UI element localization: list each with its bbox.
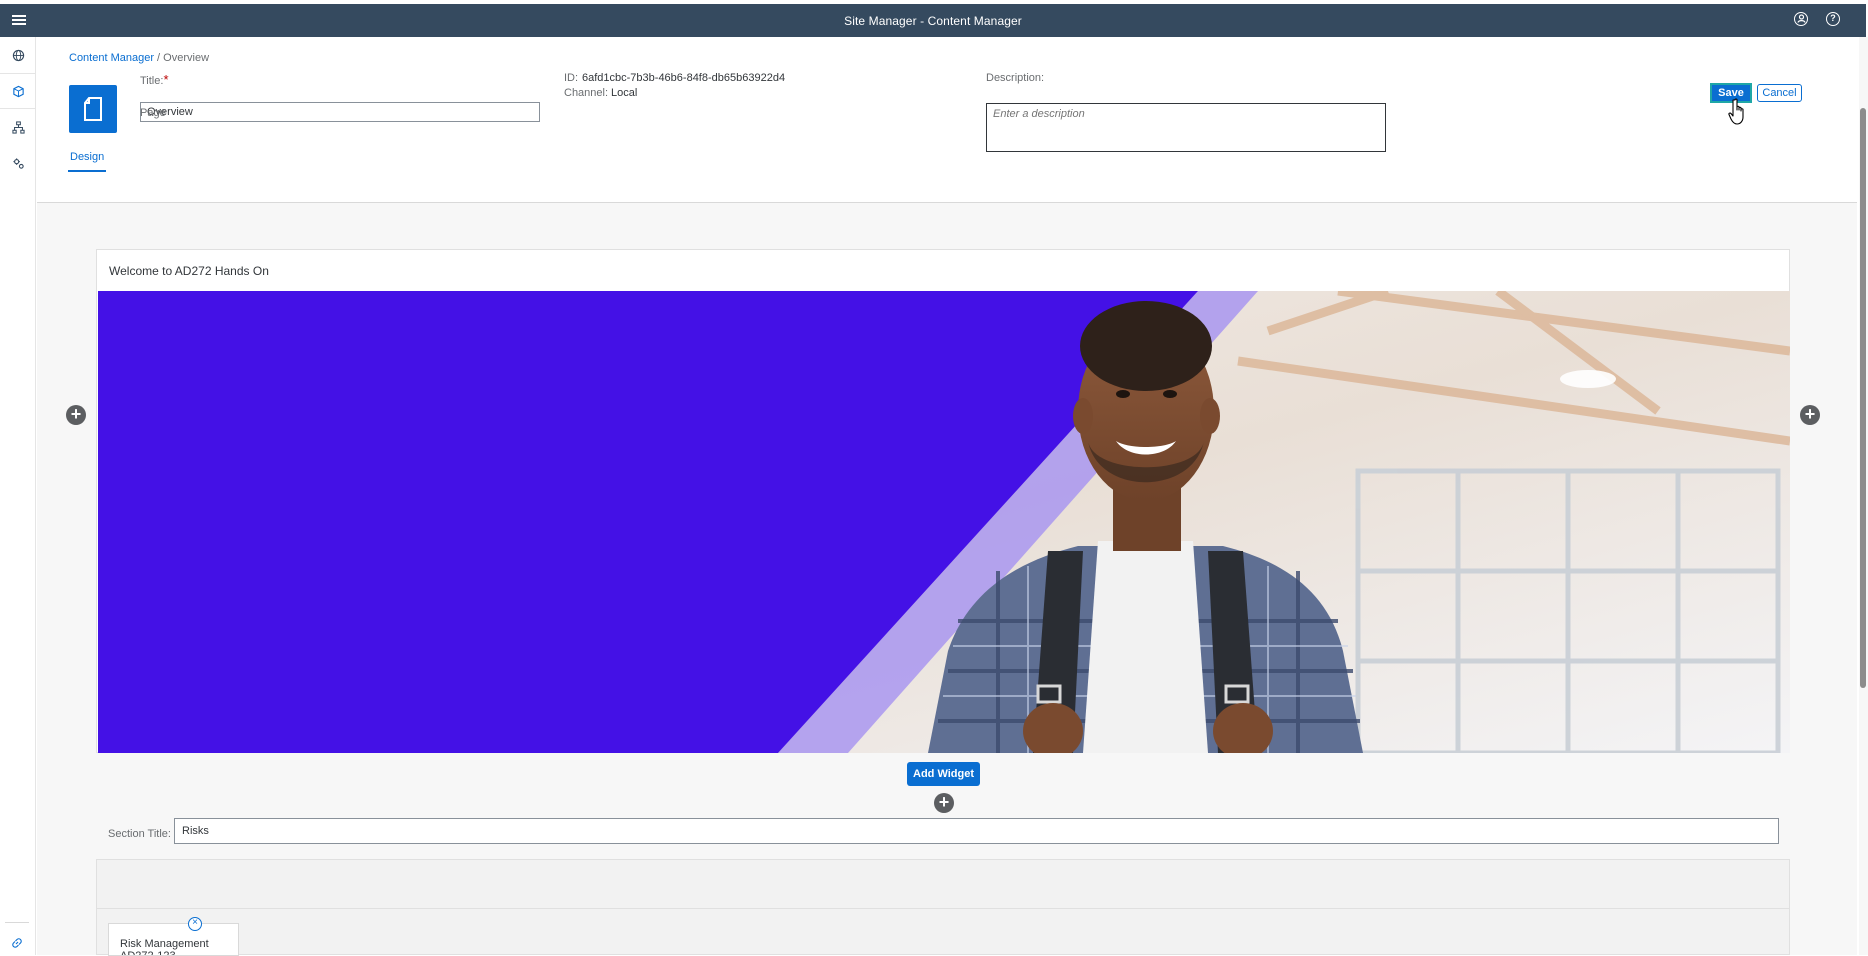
hierarchy-icon[interactable] — [0, 109, 36, 145]
section-title-label: Section Title: — [108, 828, 171, 840]
hand-cursor-icon — [1728, 98, 1744, 125]
scrollbar-thumb[interactable] — [1860, 108, 1866, 688]
page-document-icon — [69, 85, 117, 133]
rail-divider — [5, 922, 29, 923]
section-divider — [97, 908, 1789, 909]
shell-title: Site Manager - Content Manager — [844, 13, 1022, 28]
tab-design[interactable]: Design — [68, 147, 107, 172]
tile-title: Risk Management AD272-123 — [120, 938, 209, 956]
add-widget-button[interactable]: Add Widget — [907, 762, 980, 786]
breadcrumb-content-manager-link[interactable]: Content Manager — [69, 52, 154, 64]
channel-label: Channel: — [564, 87, 609, 99]
required-asterisk: * — [163, 72, 169, 87]
hero-banner-image — [98, 291, 1790, 753]
description-label: Description: — [986, 72, 1045, 84]
add-section-below-button[interactable]: + — [934, 793, 954, 813]
page-type-label: Page — [140, 107, 166, 119]
breadcrumb-separator: / — [154, 52, 164, 64]
cancel-button[interactable]: Cancel — [1757, 84, 1802, 102]
title-label: Title:* — [140, 72, 169, 87]
channel-value: Local — [611, 87, 638, 99]
risks-section-card: Risk Management AD272-123 — [96, 859, 1790, 956]
page-header: Content Manager / Overview Title:* Page … — [37, 37, 1857, 203]
settings-gear-icon[interactable] — [0, 145, 36, 181]
link-icon[interactable] — [11, 937, 23, 949]
shell-actions: ? — [1794, 12, 1840, 26]
add-section-right-button[interactable]: + — [1800, 405, 1820, 425]
design-canvas: Welcome to AD272 Hands On + + Add Widget… — [37, 203, 1857, 956]
app-tile[interactable]: Risk Management AD272-123 — [108, 923, 239, 956]
remove-tile-close-icon[interactable]: × — [188, 917, 202, 931]
description-input[interactable] — [986, 103, 1386, 152]
side-navigation — [0, 37, 36, 955]
title-input[interactable] — [140, 102, 540, 122]
id-label: ID: — [564, 72, 579, 84]
user-profile-icon[interactable] — [1794, 12, 1808, 26]
menu-icon[interactable] — [12, 13, 26, 27]
breadcrumb: Content Manager / Overview — [69, 52, 209, 64]
shell-bar: Site Manager - Content Manager ? — [0, 4, 1866, 37]
hero-section-card: Welcome to AD272 Hands On — [96, 249, 1790, 753]
sites-globe-icon[interactable] — [0, 37, 36, 73]
hero-section-title: Welcome to AD272 Hands On — [109, 264, 269, 278]
help-icon[interactable]: ? — [1826, 12, 1840, 26]
content-manager-cube-icon[interactable] — [0, 73, 36, 109]
add-section-left-button[interactable]: + — [66, 405, 86, 425]
section-title-input[interactable] — [174, 818, 1779, 844]
breadcrumb-current: Overview — [163, 52, 210, 64]
id-value: 6afd1cbc-7b3b-46b6-84f8-db65b63922d4 — [582, 72, 786, 84]
